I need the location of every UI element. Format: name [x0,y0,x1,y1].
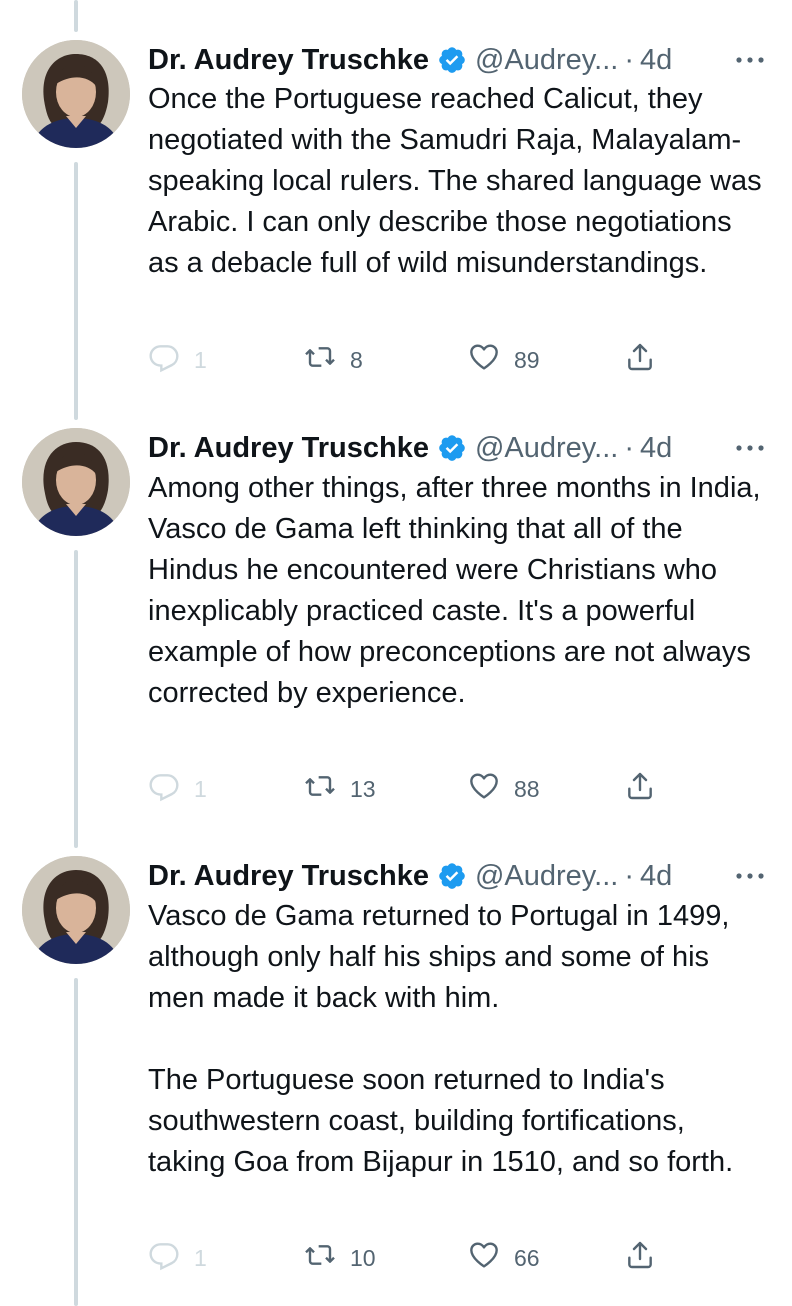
heart-icon [468,1239,514,1277]
retweet-icon [304,770,350,808]
avatar-image [22,40,130,148]
reply-icon [148,770,194,808]
tweet-actions: 1 10 66 [148,1238,668,1278]
avatar-image [22,428,130,536]
author-name[interactable]: Dr. Audrey Truschke [148,860,429,893]
author-handle[interactable]: @Audrey... [475,860,618,893]
like-button[interactable]: 89 [468,340,540,380]
like-count: 89 [514,346,540,373]
reply-icon [148,341,194,379]
author-handle[interactable]: @Audrey... [475,432,618,465]
retweet-button[interactable]: 10 [304,1238,376,1278]
thread-line-top [74,0,78,32]
tweet-actions: 1 8 89 [148,340,668,380]
separator-dot: · [624,431,634,464]
reply-button[interactable]: 1 [148,340,207,380]
retweet-icon [304,1239,350,1277]
author-name[interactable]: Dr. Audrey Truschke [148,44,429,77]
like-count: 66 [514,1244,540,1271]
separator-dot: · [624,43,634,76]
avatar[interactable] [22,40,130,148]
tweet-actions: 1 13 88 [148,769,668,809]
retweet-count: 10 [350,1244,376,1271]
retweet-button[interactable]: 8 [304,340,363,380]
like-count: 88 [514,775,540,802]
retweet-icon [304,341,350,379]
thread-line-1-2 [74,162,78,420]
avatar[interactable] [22,856,130,964]
retweet-count: 13 [350,775,376,802]
more-options-icon[interactable] [732,428,768,468]
timestamp[interactable]: 4d [640,860,672,893]
more-options-icon[interactable] [732,40,768,80]
timestamp[interactable]: 4d [640,432,672,465]
thread-line-2-3 [74,550,78,848]
share-button[interactable] [624,340,670,380]
reply-count: 1 [194,346,207,373]
author-name[interactable]: Dr. Audrey Truschke [148,432,429,465]
tweet-header: Dr. Audrey Truschke @Audrey... · 4d [148,40,778,80]
retweet-button[interactable]: 13 [304,769,376,809]
tweet-text: Among other things, after three months i… [148,472,769,709]
retweet-count: 8 [350,346,363,373]
share-icon [624,770,670,808]
share-icon [624,1239,670,1277]
more-options-icon[interactable] [732,856,768,896]
heart-icon [468,341,514,379]
verified-badge-icon [437,861,467,891]
like-button[interactable]: 88 [468,769,540,809]
reply-icon [148,1239,194,1277]
separator-dot: · [624,859,634,892]
author-handle[interactable]: @Audrey... [475,44,618,77]
avatar-image [22,856,130,964]
verified-badge-icon [437,45,467,75]
tweet-text: Once the Portuguese reached Calicut, the… [148,83,769,279]
share-icon [624,341,670,379]
reply-button[interactable]: 1 [148,1238,207,1278]
thread-line-bottom [74,978,78,1306]
avatar[interactable] [22,428,130,536]
reply-button[interactable]: 1 [148,769,207,809]
share-button[interactable] [624,1238,670,1278]
tweet-text: Vasco de Gama returned to Portugal in 14… [148,900,734,1178]
tweet-header: Dr. Audrey Truschke @Audrey... · 4d [148,856,778,896]
reply-count: 1 [194,775,207,802]
verified-badge-icon [437,433,467,463]
timestamp[interactable]: 4d [640,44,672,77]
share-button[interactable] [624,769,670,809]
reply-count: 1 [194,1244,207,1271]
heart-icon [468,770,514,808]
like-button[interactable]: 66 [468,1238,540,1278]
tweet-header: Dr. Audrey Truschke @Audrey... · 4d [148,428,778,468]
